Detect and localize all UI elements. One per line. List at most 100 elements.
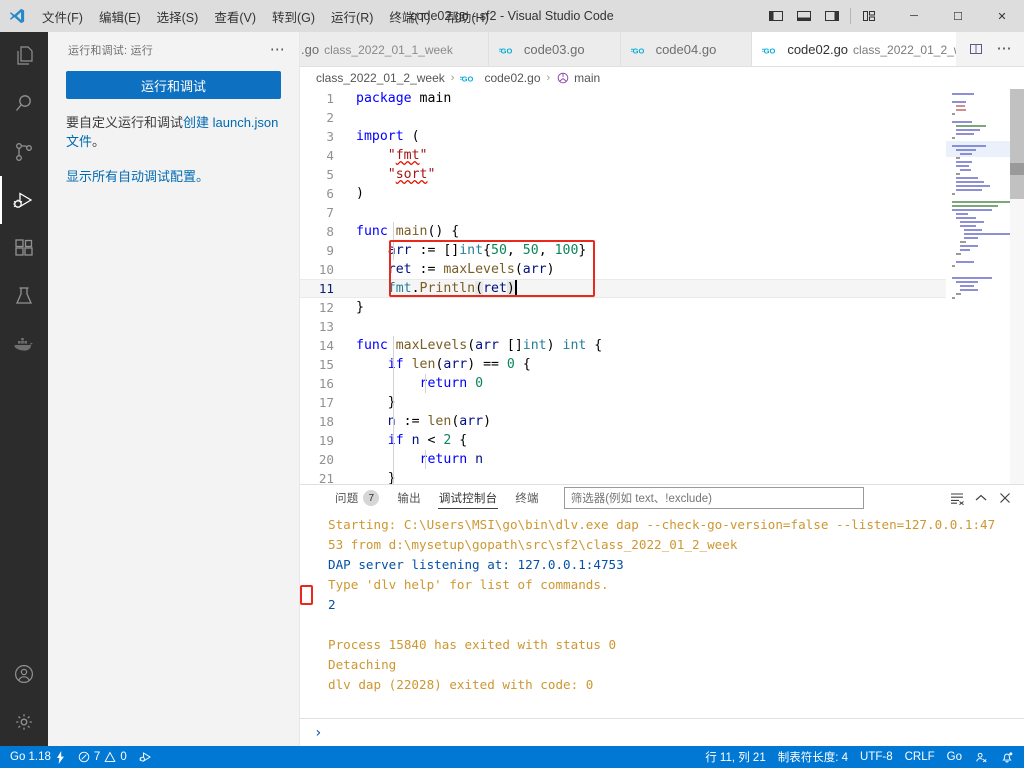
customize-layout-icon[interactable] <box>855 0 883 32</box>
breadcrumb-file-label: code02.go <box>484 71 541 85</box>
split-editor-icon[interactable] <box>962 35 990 63</box>
line-number: 8 <box>326 224 334 239</box>
panel-tab-debug-console[interactable]: 调试控制台 <box>430 485 507 511</box>
tab-label: code02.go <box>787 42 849 57</box>
show-all-automatic-debug-configurations-link[interactable]: 显示所有自动调试配置。 <box>66 169 209 184</box>
activity-accounts[interactable] <box>0 650 48 698</box>
title-bar: 文件(F) 编辑(E) 选择(S) 查看(V) 转到(G) 运行(R) 终端(T… <box>0 0 1024 32</box>
status-go-version-label: Go 1.18 <box>10 751 51 763</box>
tab-description: class_2022_01_2_week <box>853 42 956 57</box>
menu-go[interactable]: 转到(G) <box>264 0 323 32</box>
status-bar-right: 行 11, 列 21 制表符长度: 4 UTF-8 CRLF Go <box>699 746 1020 768</box>
line-number: 20 <box>318 452 334 467</box>
code-lines[interactable]: 1 package main 2 3 import ( 4 "fmt" 5 "s… <box>300 89 946 484</box>
activity-extensions[interactable] <box>0 224 48 272</box>
breadcrumb-item-file[interactable]: GO code02.go <box>460 71 541 85</box>
panel-tab-problems[interactable]: 问题 7 <box>326 485 388 511</box>
run-and-debug-button[interactable]: 运行和调试 <box>66 71 281 99</box>
code-editor[interactable]: 1 package main 2 3 import ( 4 "fmt" 5 "s… <box>300 89 1024 484</box>
chevron-up-icon[interactable] <box>970 487 992 509</box>
line-number: 2 <box>326 110 334 125</box>
menu-terminal[interactable]: 终端(T) <box>381 0 438 32</box>
line-content: if n < 2 { <box>387 433 468 448</box>
sidebar-more-actions-icon[interactable]: ⋯ <box>264 42 291 57</box>
console-filter-placeholder: 筛选器(例如 text、!exclude) <box>570 493 712 505</box>
menu-help[interactable]: 帮助(H) <box>438 0 496 32</box>
panel-tab-output[interactable]: 输出 <box>388 485 429 511</box>
status-encoding[interactable]: UTF-8 <box>854 746 899 768</box>
menu-run[interactable]: 运行(R) <box>323 0 381 32</box>
panel-tab-terminal[interactable]: 终端 <box>506 485 547 511</box>
line-content: if len(arr) == 0 { <box>387 357 531 372</box>
activity-testing[interactable] <box>0 272 48 320</box>
toggle-secondary-sidebar-icon[interactable] <box>818 0 846 32</box>
status-problems[interactable]: 7 0 <box>72 746 133 768</box>
window-close-button[interactable]: ✕ <box>980 0 1024 32</box>
debug-console-input[interactable]: › <box>300 718 1024 746</box>
debug-console-output[interactable]: Starting: C:\Users\MSI\go\bin\dlv.exe da… <box>300 511 1024 718</box>
toggle-panel-icon[interactable] <box>790 0 818 32</box>
feedback-icon <box>974 750 988 764</box>
symbol-namespace-icon <box>556 71 570 85</box>
menu-selection[interactable]: 选择(S) <box>149 0 207 32</box>
panel-actions <box>946 487 1016 509</box>
panel-tab-bar: 问题 7 输出 调试控制台 终端 筛选器(例如 text、!exclude) <box>300 485 1024 511</box>
docker-whale-icon <box>12 332 36 356</box>
code-line-current: 11 fmt.Println(ret) <box>300 279 946 298</box>
menu-view[interactable]: 查看(V) <box>206 0 264 32</box>
editor-group: GO .go class_2022_01_1_week ✕ GO code03.… <box>300 32 1024 746</box>
breadcrumb-item-folder[interactable]: class_2022_01_2_week <box>316 71 445 85</box>
tab-code02[interactable]: GO code02.go class_2022_01_2_week ✕ <box>752 32 956 66</box>
vscode-logo-icon <box>0 7 34 25</box>
more-actions-icon[interactable]: ⋯ <box>990 35 1018 63</box>
status-indentation-label: 制表符长度: 4 <box>777 752 849 764</box>
status-feedback[interactable] <box>968 746 994 768</box>
activity-source-control[interactable] <box>0 128 48 176</box>
status-eol[interactable]: CRLF <box>899 746 941 768</box>
clear-console-icon[interactable] <box>946 487 968 509</box>
line-number: 10 <box>318 262 334 277</box>
menu-edit[interactable]: 编辑(E) <box>91 0 149 32</box>
code-line: 4 "fmt" <box>300 146 946 165</box>
menu-file[interactable]: 文件(F) <box>34 0 91 32</box>
code-line: 8 func main() { <box>300 222 946 241</box>
breadcrumb-item-symbol[interactable]: main <box>556 71 600 85</box>
tab-code03[interactable]: GO code03.go ✕ <box>488 32 621 66</box>
console-filter-input[interactable]: 筛选器(例如 text、!exclude) <box>563 487 864 509</box>
tab-code04[interactable]: GO code04.go ✕ <box>620 32 753 66</box>
code-line: 2 <box>300 108 946 127</box>
status-debug-alt[interactable] <box>133 746 159 768</box>
status-cursor-position[interactable]: 行 11, 列 21 <box>699 746 772 768</box>
minimap-slider[interactable] <box>946 141 1010 157</box>
line-number: 1 <box>326 91 334 106</box>
activity-run-and-debug[interactable] <box>0 176 48 224</box>
go-file-icon: GO <box>498 44 519 56</box>
status-notifications[interactable] <box>994 746 1020 768</box>
code-line: 10 ret := maxLevels(arr) <box>300 260 946 279</box>
line-number: 19 <box>318 433 334 448</box>
status-go-version[interactable]: Go 1.18 <box>4 746 72 768</box>
line-content: ret := maxLevels(arr) <box>387 262 555 277</box>
editor-scrollbar-thumb[interactable] <box>1010 89 1024 199</box>
flash-icon <box>55 750 66 764</box>
window-maximize-button[interactable]: ☐ <box>936 0 980 32</box>
activity-search[interactable] <box>0 80 48 128</box>
activity-explorer[interactable] <box>0 32 48 80</box>
activity-settings[interactable] <box>0 698 48 746</box>
toggle-primary-sidebar-icon[interactable] <box>762 0 790 32</box>
close-panel-icon[interactable] <box>994 487 1016 509</box>
menu-bar: 文件(F) 编辑(E) 选择(S) 查看(V) 转到(G) 运行(R) 终端(T… <box>34 0 497 32</box>
repl-prompt-icon: › <box>314 724 323 741</box>
status-indentation[interactable]: 制表符长度: 4 <box>772 746 854 768</box>
activity-docker[interactable] <box>0 320 48 368</box>
code-line: 16 return 0 <box>300 374 946 393</box>
svg-text:GO: GO <box>462 74 474 83</box>
beaker-icon <box>12 284 36 308</box>
warning-icon <box>104 751 116 763</box>
status-language-mode[interactable]: Go <box>941 746 968 768</box>
window-minimize-button[interactable]: ─ <box>892 0 936 32</box>
code-line: 9 arr := []int{50, 50, 100} <box>300 241 946 260</box>
minimap[interactable] <box>946 89 1024 484</box>
bottom-panel: 问题 7 输出 调试控制台 终端 筛选器(例如 text、!exclude) S… <box>300 484 1024 746</box>
tab-code01[interactable]: GO .go class_2022_01_1_week ✕ <box>300 32 489 66</box>
